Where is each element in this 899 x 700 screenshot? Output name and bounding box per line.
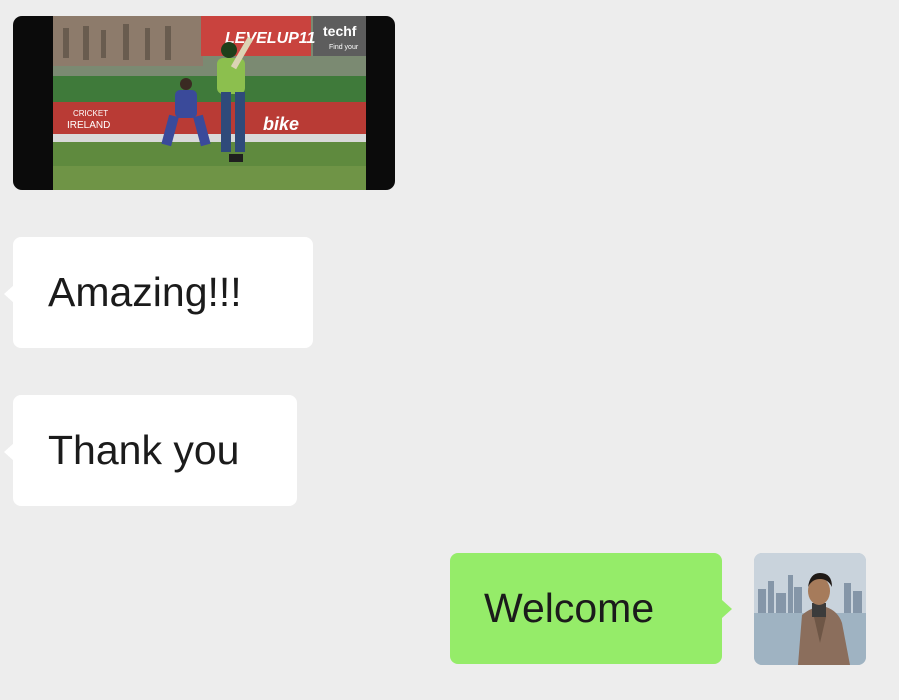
user-avatar-icon[interactable] [754, 553, 866, 665]
sponsor-text: bike [263, 114, 299, 134]
board-top-text: CRICKET [73, 109, 108, 118]
banner-brand-text: LEVELUP11 [225, 30, 316, 47]
incoming-message-bubble[interactable]: Amazing!!! [4, 237, 313, 348]
incoming-message-bubble[interactable]: Thank you [4, 395, 297, 506]
board-bottom-text: IRELAND [67, 120, 110, 131]
video-message[interactable]: techf Find your LEVELUP11 CRICKET IRELAN… [13, 16, 395, 190]
message-text: Thank you [48, 427, 240, 473]
message-text: Welcome [484, 585, 655, 631]
video-preview: techf Find your LEVELUP11 CRICKET IRELAN… [53, 16, 366, 190]
scoreboard-brand-text: techf [323, 23, 357, 39]
avatar-photo [754, 553, 866, 665]
message-text: Amazing!!! [48, 269, 242, 315]
cricket-video-frame: techf Find your LEVELUP11 CRICKET IRELAN… [53, 16, 366, 190]
outgoing-message-bubble[interactable]: Welcome [450, 553, 732, 664]
scoreboard-tagline-text: Find your [329, 44, 359, 51]
